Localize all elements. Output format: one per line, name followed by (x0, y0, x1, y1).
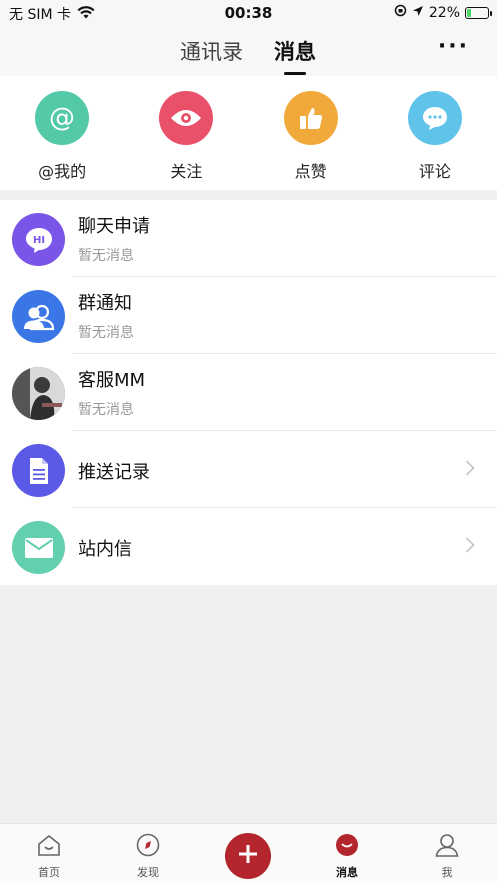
group-icon (12, 290, 65, 343)
nav-messages[interactable]: 消息 (307, 824, 387, 883)
at-icon: @ (35, 91, 89, 145)
nav-label: 消息 (336, 866, 358, 879)
quick-action-follow[interactable]: 关注 (124, 76, 248, 190)
quick-actions: @ @我的 关注 点赞 评论 (0, 76, 497, 190)
discover-icon (136, 833, 160, 857)
document-icon (12, 444, 65, 497)
svg-text:HI: HI (32, 235, 44, 246)
list-item-group-notifications[interactable]: 群通知 暂无消息 (0, 277, 497, 354)
message-list: HI 聊天申请 暂无消息 群通知 暂无消息 客服MM 暂无消息 推送记录 站内信 (0, 200, 497, 585)
quick-action-label: 评论 (418, 162, 451, 181)
svg-text:@: @ (49, 103, 75, 133)
add-icon (238, 844, 258, 868)
nav-discover[interactable]: 发现 (108, 824, 188, 883)
quick-action-likes[interactable]: 点赞 (249, 76, 373, 190)
chat-bubble-icon (407, 91, 462, 145)
battery-fill (467, 8, 472, 17)
list-item-title: 聊天申请 (78, 216, 150, 237)
message-icon (335, 833, 359, 857)
nav-label: 我 (441, 866, 453, 879)
tab-contacts[interactable]: 通讯录 (180, 36, 243, 66)
quick-action-label: 关注 (170, 162, 203, 181)
list-item-title: 推送记录 (78, 462, 150, 483)
header: 通讯录 消息 ··· (0, 26, 497, 76)
profile-icon (435, 833, 459, 857)
status-right: 22% (394, 4, 492, 21)
quick-action-label: 点赞 (294, 162, 327, 181)
list-item-title: 站内信 (78, 539, 132, 560)
nav-label: 首页 (38, 866, 60, 879)
quick-action-label: @我的 (38, 162, 87, 181)
envelope-icon (12, 521, 65, 574)
nav-home[interactable]: 首页 (9, 824, 89, 883)
hi-chat-icon: HI (12, 213, 65, 266)
more-button[interactable]: ··· (438, 34, 469, 59)
battery-icon (465, 6, 492, 19)
list-item-inbox[interactable]: 站内信 (0, 508, 497, 585)
battery-percent: 22% (428, 4, 460, 21)
quick-action-comments[interactable]: 评论 (373, 76, 497, 190)
list-item-customer-service[interactable]: 客服MM 暂无消息 (0, 354, 497, 431)
quick-action-mentions[interactable]: @ @我的 (0, 76, 124, 190)
bottom-nav: 首页 发现 消息 我 (0, 823, 497, 883)
list-item-subtitle: 暂无消息 (78, 402, 134, 418)
list-item-title: 群通知 (78, 293, 132, 314)
nav-profile[interactable]: 我 (407, 824, 487, 883)
list-item-title: 客服MM (78, 370, 146, 391)
list-item-subtitle: 暂无消息 (78, 248, 134, 264)
nav-label: 发现 (137, 866, 159, 879)
list-item-chat-requests[interactable]: HI 聊天申请 暂无消息 (0, 200, 497, 277)
thumbs-up-icon (283, 91, 338, 145)
tab-messages[interactable]: 消息 (274, 36, 316, 66)
location-icon (412, 5, 424, 21)
lock-rotation-icon (394, 4, 407, 21)
home-icon (37, 833, 61, 857)
chevron-right-icon (465, 459, 475, 481)
list-item-push-history[interactable]: 推送记录 (0, 431, 497, 508)
status-bar: 无 SIM 卡 00:38 22% (0, 0, 497, 26)
chevron-right-icon (465, 536, 475, 558)
customer-service-avatar (12, 367, 65, 420)
add-button[interactable] (225, 833, 271, 879)
active-tab-indicator (284, 72, 306, 75)
list-item-subtitle: 暂无消息 (78, 325, 134, 341)
eye-icon (159, 91, 214, 145)
